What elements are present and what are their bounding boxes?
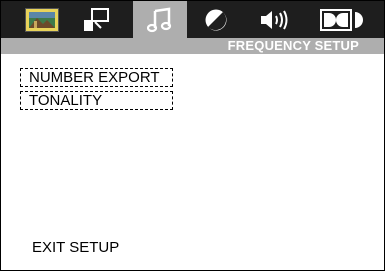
tab-audio[interactable] (257, 1, 295, 38)
speaker-setup-icon (84, 7, 109, 31)
menu-item-number-export[interactable]: NUMBER EXPORT (20, 68, 173, 87)
icon-tab-bar (1, 1, 384, 38)
tab-picture-adjust[interactable] (198, 1, 234, 38)
tab-frequency-setup[interactable] (133, 1, 187, 38)
volume-icon (261, 10, 288, 29)
music-note-icon (147, 7, 172, 32)
picture-icon (25, 7, 59, 32)
tab-speaker-setup[interactable] (77, 1, 115, 38)
menu-item-label: TONALITY (29, 92, 103, 109)
page-title: FREQUENCY SETUP (227, 38, 359, 53)
menu-item-tonality[interactable]: TONALITY (20, 91, 173, 110)
tab-picture[interactable] (23, 1, 61, 38)
contrast-circle-icon (205, 9, 227, 30)
exit-setup-button[interactable]: EXIT SETUP (32, 239, 119, 256)
dolby-icon (320, 8, 363, 31)
tab-dolby[interactable] (319, 1, 365, 38)
setup-screen: FREQUENCY SETUP NUMBER EXPORT TONALITY E… (0, 0, 385, 271)
menu-item-label: NUMBER EXPORT (29, 69, 160, 86)
